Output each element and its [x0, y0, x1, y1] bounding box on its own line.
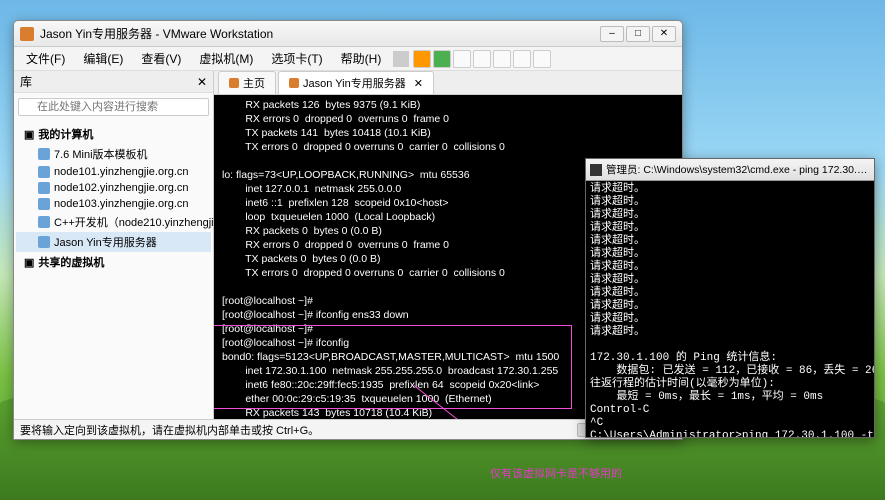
home-icon — [229, 78, 239, 88]
app-icon — [20, 27, 34, 41]
play-button[interactable] — [433, 50, 451, 68]
cmd-output[interactable]: 请求超时。 请求超时。 请求超时。 请求超时。 请求超时。 请求超时。 请求超时… — [586, 181, 874, 437]
toolbar-button[interactable] — [533, 50, 551, 68]
vmware-window: Jason Yin专用服务器 - VMware Workstation – □ … — [13, 20, 683, 440]
cmd-title-text: 管理员: C:\Windows\system32\cmd.exe - ping … — [606, 162, 870, 177]
menu-tabs[interactable]: 选项卡(T) — [263, 48, 330, 69]
statusbar: 要将输入定向到该虚拟机，请在虚拟机内部单击或按 Ctrl+G。 — [14, 419, 682, 439]
tree-item[interactable]: C++开发机（node210.yinzhengjie.org.cn） — [16, 212, 211, 232]
highlight-box — [214, 325, 572, 409]
status-text: 要将输入定向到该虚拟机，请在虚拟机内部单击或按 Ctrl+G。 — [20, 422, 319, 438]
tab-active-vm[interactable]: Jason Yin专用服务器✕ — [278, 71, 434, 94]
sidebar-header: 库 — [20, 73, 32, 90]
window-title: Jason Yin专用服务器 - VMware Workstation — [40, 25, 273, 42]
toolbar-button[interactable] — [493, 50, 511, 68]
menu-help[interactable]: 帮助(H) — [333, 48, 390, 69]
titlebar[interactable]: Jason Yin专用服务器 - VMware Workstation – □ … — [14, 21, 682, 47]
tree-item[interactable]: node103.yinzhengjie.org.cn — [16, 196, 211, 212]
menubar: 文件(F) 编辑(E) 查看(V) 虚拟机(M) 选项卡(T) 帮助(H) — [14, 47, 682, 71]
menu-vm[interactable]: 虚拟机(M) — [191, 48, 261, 69]
menu-edit[interactable]: 编辑(E) — [75, 48, 131, 69]
tree-item[interactable]: node101.yinzhengjie.org.cn — [16, 164, 211, 180]
tree-shared[interactable]: ▣共享的虚拟机 — [16, 252, 211, 272]
pause-button[interactable] — [413, 50, 431, 68]
cmd-titlebar[interactable]: 管理员: C:\Windows\system32\cmd.exe - ping … — [586, 159, 874, 181]
tree-root[interactable]: ▣我的计算机 — [16, 124, 211, 144]
sidebar-close-icon[interactable]: ✕ — [197, 75, 207, 89]
cmd-window: 管理员: C:\Windows\system32\cmd.exe - ping … — [585, 158, 875, 438]
tree-item-selected[interactable]: Jason Yin专用服务器 — [16, 232, 211, 252]
toolbar-button[interactable] — [513, 50, 531, 68]
tree-item[interactable]: node102.yinzhengjie.org.cn — [16, 180, 211, 196]
minimize-button[interactable]: – — [600, 26, 624, 42]
search-input[interactable] — [18, 98, 209, 116]
toolbar-button[interactable] — [453, 50, 471, 68]
sidebar: 库 ✕ ▣我的计算机 7.6 Mini版本模板机 node101.yinzhen… — [14, 71, 214, 419]
maximize-button[interactable]: □ — [626, 26, 650, 42]
cmd-icon — [590, 164, 602, 176]
vm-icon — [289, 78, 299, 88]
tab-home[interactable]: 主页 — [218, 71, 276, 94]
vm-tree: ▣我的计算机 7.6 Mini版本模板机 node101.yinzhengjie… — [14, 120, 213, 419]
menu-view[interactable]: 查看(V) — [133, 48, 189, 69]
close-button[interactable]: ✕ — [652, 26, 676, 42]
annotation-caption: 仅有该虚拟网卡是不够用的 — [490, 465, 622, 481]
tab-close-icon[interactable]: ✕ — [414, 77, 423, 90]
toolbar-button[interactable] — [473, 50, 491, 68]
tree-item[interactable]: 7.6 Mini版本模板机 — [16, 144, 211, 164]
tab-strip: 主页 Jason Yin专用服务器✕ — [214, 71, 682, 95]
menu-file[interactable]: 文件(F) — [18, 48, 73, 69]
